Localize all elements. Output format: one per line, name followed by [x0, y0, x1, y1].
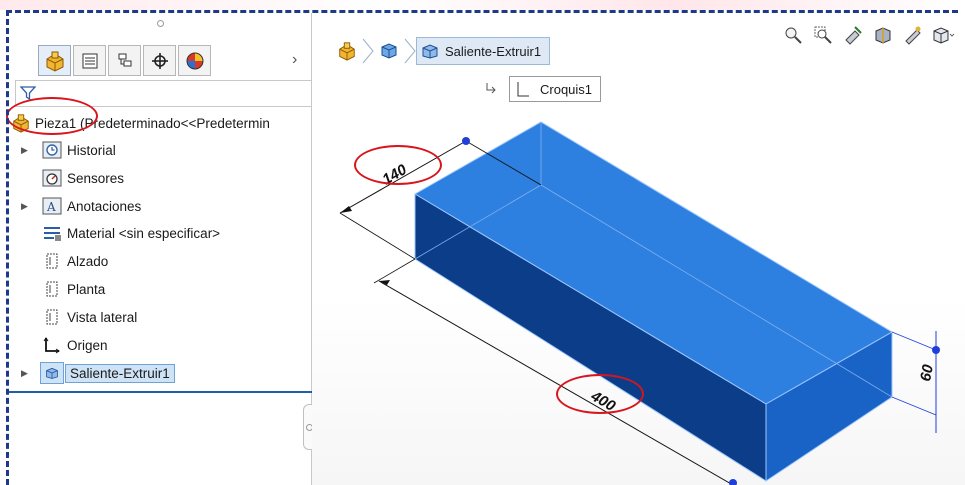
display-manager-icon	[186, 52, 203, 69]
breadcrumb-separator-icon	[362, 38, 374, 64]
background-strip	[0, 0, 965, 10]
tree-item-material[interactable]: Material <sin especificar>	[9, 220, 312, 246]
breadcrumb-feature[interactable]: Saliente-Extruir1	[416, 37, 551, 65]
zoom-to-area-icon[interactable]	[811, 23, 835, 47]
callout-part-name	[6, 97, 98, 135]
extrude-icon	[422, 44, 438, 59]
panel-grip[interactable]	[157, 20, 164, 27]
part-icon[interactable]	[332, 37, 362, 65]
plane-icon	[42, 279, 62, 299]
dimension-height-value[interactable]: 60	[917, 363, 937, 383]
heads-up-toolbar	[781, 23, 955, 47]
extension-line	[339, 212, 416, 260]
plane-icon	[42, 307, 62, 327]
svg-text:A: A	[46, 200, 56, 214]
section-view-icon[interactable]	[871, 23, 895, 47]
expand-arrow-icon[interactable]: ▶	[21, 145, 29, 156]
tree-item-anotaciones[interactable]: ▶ A Anotaciones	[9, 193, 312, 219]
dynamic-annotation-view-icon[interactable]	[901, 23, 925, 47]
configuration-manager-icon	[118, 53, 131, 66]
breadcrumb: Saliente-Extruir1	[332, 36, 551, 66]
dimension-handle[interactable]	[932, 346, 940, 354]
tree-item-planta[interactable]: Planta	[9, 276, 312, 302]
tab-feature-manager[interactable]	[38, 45, 71, 76]
extension-line	[891, 331, 937, 351]
annotations-icon: A	[42, 196, 62, 216]
tree-item-origen[interactable]: Origen	[9, 332, 312, 358]
chevron-right-icon[interactable]: ›	[292, 51, 297, 69]
tab-property-manager[interactable]	[73, 45, 106, 76]
property-manager-icon	[82, 53, 97, 68]
tab-dimxpert[interactable]	[143, 45, 176, 76]
tree-item-alzado[interactable]: Alzado	[9, 248, 312, 274]
part-configuration: (Predeterminado<<Predetermin	[76, 115, 270, 131]
extension-line	[891, 396, 937, 416]
selection-frame-left	[6, 10, 9, 485]
callout-length-dimension	[556, 374, 644, 414]
dimxpert-icon	[151, 52, 168, 69]
tree-item-vista-lateral[interactable]: Vista lateral	[9, 304, 312, 330]
parent-link-icon	[486, 83, 496, 94]
plane-icon	[42, 251, 62, 271]
breadcrumb-feature-label: Saliente-Extruir1	[445, 43, 542, 59]
material-icon	[42, 223, 62, 243]
tree-item-sensores[interactable]: Sensores	[9, 165, 312, 191]
model-view: 140 400 60	[339, 121, 940, 485]
breadcrumb-sketch: Croquis1	[483, 76, 602, 102]
extrude-icon	[40, 362, 64, 384]
previous-view-icon[interactable]	[841, 23, 865, 47]
solid-body-icon[interactable]	[374, 37, 404, 65]
breadcrumb-sketch-item[interactable]: Croquis1	[509, 76, 602, 102]
origin-icon	[42, 335, 62, 355]
part-icon	[46, 51, 63, 72]
tree-item-saliente-extruir1[interactable]: ▶ Saliente-Extruir1	[9, 360, 312, 386]
expand-arrow-icon[interactable]: ▶	[21, 368, 29, 379]
dimension-handle[interactable]	[729, 479, 737, 485]
tab-configuration-manager[interactable]	[108, 45, 141, 76]
breadcrumb-separator-icon	[404, 38, 416, 64]
view-orientation-icon[interactable]	[931, 23, 955, 47]
graphics-area[interactable]: 140 400 60 Saliente-Extruir1 Croquis1	[312, 13, 965, 485]
zoom-to-fit-icon[interactable]	[781, 23, 805, 47]
history-icon	[42, 140, 62, 160]
tab-display-manager[interactable]	[178, 45, 211, 76]
extension-line	[373, 258, 416, 284]
panel-divider	[9, 391, 312, 393]
callout-width-dimension	[354, 145, 442, 185]
sensors-icon	[42, 168, 62, 188]
dimension-handle[interactable]	[462, 137, 470, 145]
panel-collapse-handle[interactable]	[303, 404, 313, 450]
breadcrumb-sketch-label: Croquis1	[540, 81, 593, 97]
selection-frame-top	[6, 10, 958, 13]
tree-item-historial[interactable]: ▶ Historial	[9, 137, 312, 163]
feature-manager-panel: › Pieza1 (Predeterminado<<Predetermin ▶ …	[9, 13, 312, 485]
expand-arrow-icon[interactable]: ▶	[21, 201, 29, 212]
sketch-icon	[517, 82, 529, 97]
